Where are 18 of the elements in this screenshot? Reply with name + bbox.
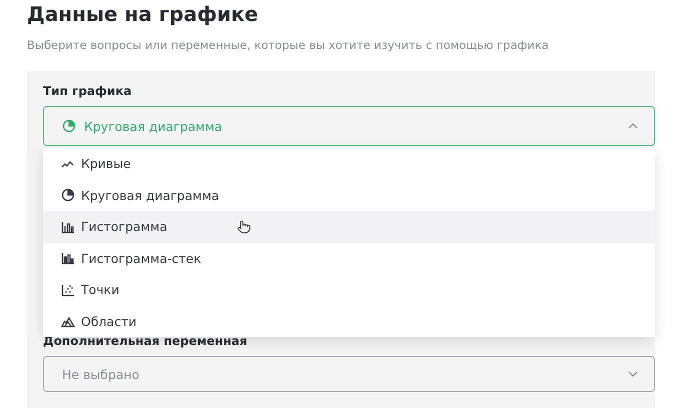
field-label: Тип графика (43, 83, 133, 99)
pie-chart-icon (62, 119, 76, 133)
menu-option[interactable]: Гистограмма-стек (43, 242, 655, 274)
scatter-chart-icon (61, 282, 75, 297)
menu-option[interactable]: Круговая диаграмма (43, 180, 655, 211)
chevron-down-icon (628, 371, 638, 377)
chevron-up-icon (628, 123, 638, 129)
hand-cursor-icon (237, 220, 251, 234)
page-title: Данные на графике (27, 1, 260, 27)
menu-option[interactable]: Кривые (43, 148, 655, 180)
bar-chart-icon (61, 220, 75, 234)
pie-chart-icon (61, 188, 75, 202)
area-chart-icon (61, 314, 75, 328)
menu-option[interactable]: Области (43, 306, 655, 337)
page-subtitle: Выберите вопросы или переменные, которые вы хотите изучить с помощью графика (27, 37, 550, 53)
menu-option[interactable]: Гистограмма (43, 211, 655, 242)
menu-option[interactable]: Точки (43, 274, 655, 306)
stacked-bar-chart-icon (61, 251, 75, 266)
